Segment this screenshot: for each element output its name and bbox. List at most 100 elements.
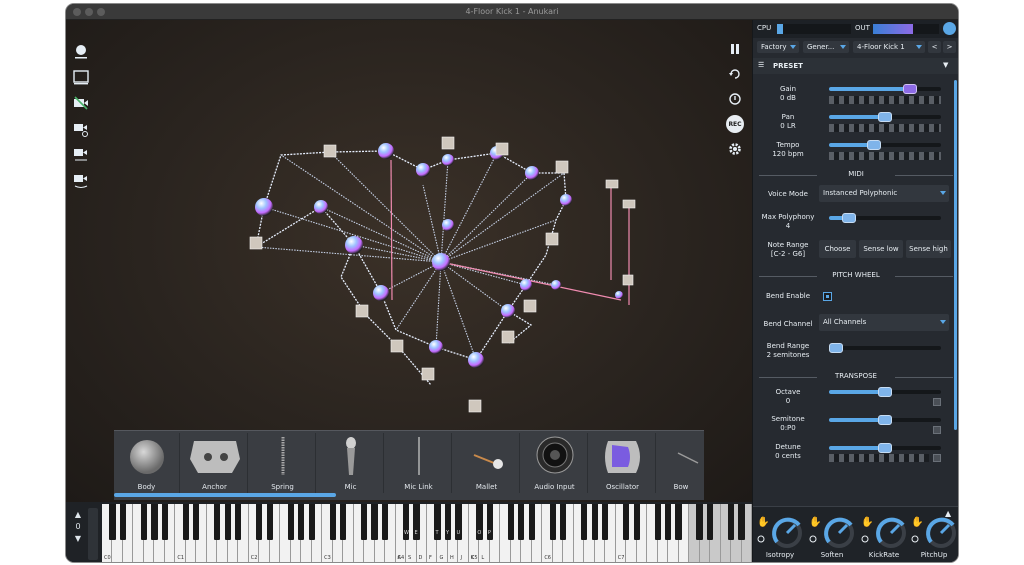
semitone-lock-icon[interactable] <box>933 426 941 434</box>
category-dropdown[interactable]: Gener... <box>803 41 849 53</box>
tempo-mod-bar[interactable] <box>829 152 941 160</box>
macro-kickrate[interactable]: ✋ KickRate <box>859 513 909 559</box>
piano-black-key[interactable] <box>381 504 389 540</box>
macro-pitchup[interactable]: ✋ PitchUp <box>909 513 958 559</box>
panel-scrollbar[interactable] <box>954 80 957 430</box>
piano-black-key[interactable] <box>623 504 630 540</box>
piano-black-key[interactable] <box>560 504 567 540</box>
window-icon[interactable] <box>72 68 90 86</box>
palette-item-mic-link[interactable]: Mic Link <box>386 433 452 493</box>
octave-thumb[interactable] <box>878 387 892 397</box>
octave-slider[interactable] <box>829 387 941 397</box>
gain-mod-bar[interactable] <box>829 96 941 104</box>
macro-soften[interactable]: ✋ Soften <box>807 513 857 559</box>
piano-black-key[interactable] <box>140 504 148 540</box>
rec-button[interactable]: REC <box>726 115 744 133</box>
piano-black-key[interactable] <box>591 504 598 540</box>
palette-item-body[interactable]: Body <box>114 433 180 493</box>
piano-black-key[interactable] <box>633 504 640 540</box>
piano-black-key[interactable] <box>706 504 714 540</box>
piano-black-key[interactable] <box>727 504 735 540</box>
piano-black-key[interactable] <box>214 504 221 540</box>
pause-icon[interactable] <box>726 40 744 58</box>
piano-black-key[interactable] <box>371 504 378 540</box>
piano-black-key[interactable] <box>119 504 127 540</box>
octave-down-icon[interactable]: ▼ <box>70 534 86 543</box>
voice-mode-dropdown[interactable]: Instanced Polyphonic <box>819 185 949 202</box>
bend-range-slider[interactable] <box>829 343 941 353</box>
piano-black-key[interactable] <box>193 504 200 540</box>
palette-item-mallet[interactable]: Mallet <box>454 433 520 493</box>
piano-black-key[interactable] <box>329 504 336 540</box>
piano-black-key[interactable] <box>109 504 116 540</box>
palette-item-spring[interactable]: Spring <box>250 433 316 493</box>
gain-slider[interactable] <box>829 84 941 94</box>
piano-black-key[interactable] <box>360 504 368 540</box>
camera-add-icon[interactable] <box>72 120 90 138</box>
anukari-logo[interactable] <box>943 22 956 35</box>
palette-item-oscillator[interactable]: Oscillator <box>590 433 656 493</box>
pitch-wheel[interactable] <box>88 508 98 560</box>
octave-lock-icon[interactable] <box>933 398 941 406</box>
octave-up-icon[interactable]: ▲ <box>70 510 86 519</box>
palette-item-mic[interactable]: Mic <box>318 433 384 493</box>
piano-black-key[interactable] <box>256 504 263 540</box>
piano-black-key[interactable] <box>287 504 294 540</box>
pan-mod-bar[interactable] <box>829 124 941 132</box>
semitone-thumb[interactable] <box>878 415 892 425</box>
piano-black-key[interactable] <box>602 504 609 540</box>
prev-preset-button[interactable]: < <box>928 41 941 53</box>
piano-black-key[interactable] <box>654 504 661 540</box>
piano-black-key[interactable] <box>182 504 189 540</box>
gear-icon[interactable] <box>726 140 744 158</box>
piano-black-key[interactable] <box>581 504 588 540</box>
filter-icon[interactable]: ▼ <box>943 61 948 69</box>
palette-item-bow[interactable]: Bow <box>658 433 704 493</box>
camera-off-icon[interactable] <box>72 94 90 112</box>
tempo-slider[interactable] <box>829 140 941 150</box>
piano-keyboard[interactable]: C0 C1 C2 C3 C4 A S D F G H J C5 K L C6 C7 W E T Y U O P <box>102 504 752 562</box>
palette-item-audio-input[interactable]: Audio Input <box>522 433 588 493</box>
camera-rotate-icon[interactable] <box>72 172 90 190</box>
piano-black-key[interactable] <box>549 504 556 540</box>
detune-mod-bar[interactable] <box>829 454 929 462</box>
camera-swap-icon[interactable] <box>72 146 90 164</box>
piano-black-key[interactable] <box>738 504 745 540</box>
max-poly-slider[interactable] <box>829 213 941 223</box>
piano-black-key[interactable] <box>675 504 682 540</box>
sense-low-button[interactable]: Sense low <box>859 240 903 258</box>
macro-isotropy[interactable]: ✋ Isotropy <box>755 513 805 559</box>
piano-black-key[interactable] <box>308 504 315 540</box>
detune-thumb[interactable] <box>878 443 892 453</box>
piano-black-key[interactable] <box>235 504 242 540</box>
palette-item-anchor[interactable]: Anchor <box>182 433 248 493</box>
preset-section-header[interactable]: ☰ PRESET ▼ <box>753 58 958 74</box>
piano-black-key[interactable] <box>518 504 525 540</box>
piano-black-key[interactable] <box>664 504 672 540</box>
piano-black-key[interactable] <box>298 504 305 540</box>
reset-icon[interactable] <box>726 65 744 83</box>
next-preset-button[interactable]: > <box>943 41 956 53</box>
piano-black-key[interactable] <box>696 504 703 540</box>
reload-icon[interactable] <box>726 90 744 108</box>
max-poly-thumb[interactable] <box>842 213 857 223</box>
tempo-thumb[interactable] <box>866 140 881 150</box>
bend-enable-checkbox[interactable] <box>823 292 832 301</box>
piano-black-key[interactable] <box>507 504 514 540</box>
record-view-icon[interactable] <box>72 42 90 60</box>
choose-button[interactable]: Choose <box>819 240 856 258</box>
piano-black-key[interactable] <box>528 504 535 540</box>
bend-range-thumb[interactable] <box>829 343 843 353</box>
detune-slider[interactable] <box>829 443 941 453</box>
piano-black-key[interactable] <box>151 504 158 540</box>
sense-high-button[interactable]: Sense high <box>906 240 951 258</box>
piano-black-key[interactable] <box>161 504 169 540</box>
preset-dropdown[interactable]: 4-Floor Kick 1 <box>853 41 925 53</box>
piano-black-key[interactable] <box>339 504 347 540</box>
piano-black-key[interactable] <box>224 504 231 540</box>
semitone-slider[interactable] <box>829 415 941 425</box>
model-svg[interactable] <box>226 125 646 425</box>
gain-thumb[interactable] <box>902 84 917 94</box>
piano-black-key[interactable] <box>266 504 273 540</box>
bank-dropdown[interactable]: Factory <box>757 41 799 53</box>
